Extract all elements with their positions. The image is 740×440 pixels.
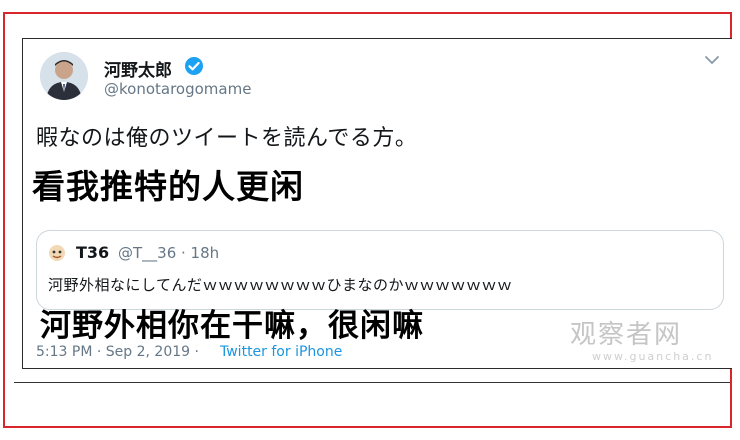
quote-text: 河野外相なにしてんだｗｗｗｗｗｗｗｗひまなのかｗｗｗｗｗｗｗ xyxy=(48,276,513,294)
quoted-tweet-card[interactable] xyxy=(36,230,724,310)
author-name[interactable]: 河野太郎 xyxy=(104,56,172,81)
tweet-text: 暇なのは俺のツイートを読んでる方。 xyxy=(36,126,418,151)
author-handle[interactable]: @konotarogomame xyxy=(104,80,251,98)
divider-line xyxy=(14,382,730,383)
quote-author-name[interactable]: T36 xyxy=(76,243,109,262)
source-link[interactable]: Twitter for iPhone xyxy=(220,344,342,360)
chevron-down-icon[interactable] xyxy=(704,54,720,66)
quote-meta: @T__36 · 18h xyxy=(118,244,220,262)
tweet-timestamp[interactable]: 5:13 PM · Sep 2, 2019 · xyxy=(36,344,199,360)
caption-main: 看我推特的人更闲 xyxy=(32,167,304,206)
quote-avatar-icon[interactable] xyxy=(48,244,66,262)
caption-quote: 河野外相你在干嘛，很闲嘛 xyxy=(40,308,424,344)
author-avatar[interactable] xyxy=(40,52,88,100)
verified-badge-icon xyxy=(185,57,203,75)
watermark-url: www.guancha.cn xyxy=(592,350,714,363)
watermark-brand: 观察者网 xyxy=(570,320,683,350)
